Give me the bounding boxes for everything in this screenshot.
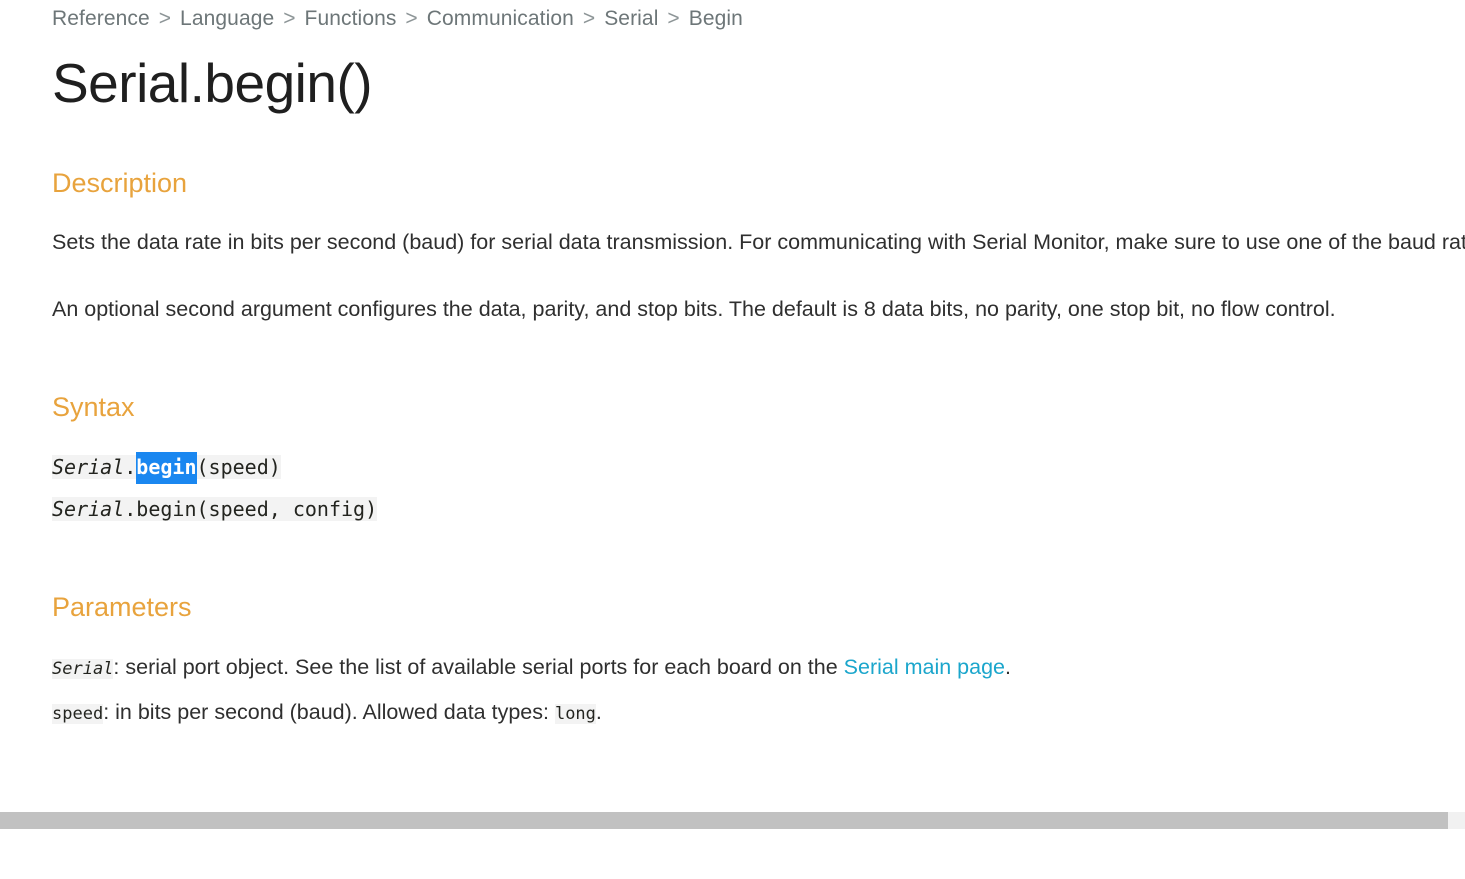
syntax-code-block[interactable]: Serial.begin(speed) Serial.begin(speed, … <box>52 423 1465 530</box>
page-background-below-scrollbar <box>0 829 1465 879</box>
description-paragraph-2: An optional second argument configures t… <box>52 296 1336 321</box>
parameter-speed-text-end: . <box>595 700 602 725</box>
syntax-selected-method[interactable]: begin <box>136 452 197 485</box>
horizontal-scrollbar-track[interactable] <box>0 812 1465 829</box>
breadcrumb-separator: > <box>283 7 296 30</box>
section-heading-description: Description <box>52 167 188 198</box>
breadcrumb-item-functions[interactable]: Functions <box>305 7 397 30</box>
breadcrumb-separator: > <box>667 7 680 30</box>
syntax-object-serial: Serial <box>52 497 125 522</box>
document-viewport[interactable]: Reference > Language > Functions > Commu… <box>0 0 1465 812</box>
syntax-method-args: begin(speed, config) <box>136 497 378 522</box>
syntax-line-1[interactable]: Serial.begin(speed) <box>52 446 1465 488</box>
syntax-dot: . <box>124 497 137 522</box>
parameter-name-serial: Serial <box>52 658 114 679</box>
breadcrumb-separator: > <box>405 7 418 30</box>
syntax-dot: . <box>124 455 137 480</box>
serial-main-page-link[interactable]: Serial main page <box>844 655 1005 679</box>
parameter-speed-text: : in bits per second (baud). Allowed dat… <box>103 700 555 725</box>
breadcrumb-item-communication[interactable]: Communication <box>427 7 574 30</box>
parameter-speed: speed: in bits per second (baud). Allowe… <box>52 690 1465 736</box>
breadcrumb: Reference > Language > Functions > Commu… <box>52 0 1465 29</box>
breadcrumb-item-begin[interactable]: Begin <box>689 7 743 30</box>
parameter-serial: Serial: serial port object. See the list… <box>52 623 1465 691</box>
description-paragraph-1: Sets the data rate in bits per second (b… <box>52 230 1465 255</box>
section-heading-parameters: Parameters <box>52 592 192 623</box>
breadcrumb-item-reference[interactable]: Reference <box>52 7 150 30</box>
parameter-name-speed: speed <box>52 704 104 725</box>
parameter-serial-text-end: . <box>1005 654 1011 679</box>
document-content: Reference > Language > Functions > Commu… <box>52 0 1465 736</box>
horizontal-scrollbar-thumb[interactable] <box>0 812 1448 829</box>
syntax-args: (speed) <box>196 455 281 480</box>
syntax-object-serial: Serial <box>52 455 125 480</box>
breadcrumb-item-language[interactable]: Language <box>180 7 274 30</box>
parameter-speed-type: long <box>554 704 596 725</box>
page-title: Serial.begin() <box>52 52 373 114</box>
breadcrumb-separator: > <box>582 7 596 30</box>
breadcrumb-item-serial[interactable]: Serial <box>604 7 658 30</box>
breadcrumb-separator: > <box>158 7 172 30</box>
parameter-serial-text: : serial port object. See the list of av… <box>113 654 844 679</box>
section-heading-syntax: Syntax <box>52 392 135 423</box>
syntax-line-2[interactable]: Serial.begin(speed, config) <box>52 488 1465 530</box>
